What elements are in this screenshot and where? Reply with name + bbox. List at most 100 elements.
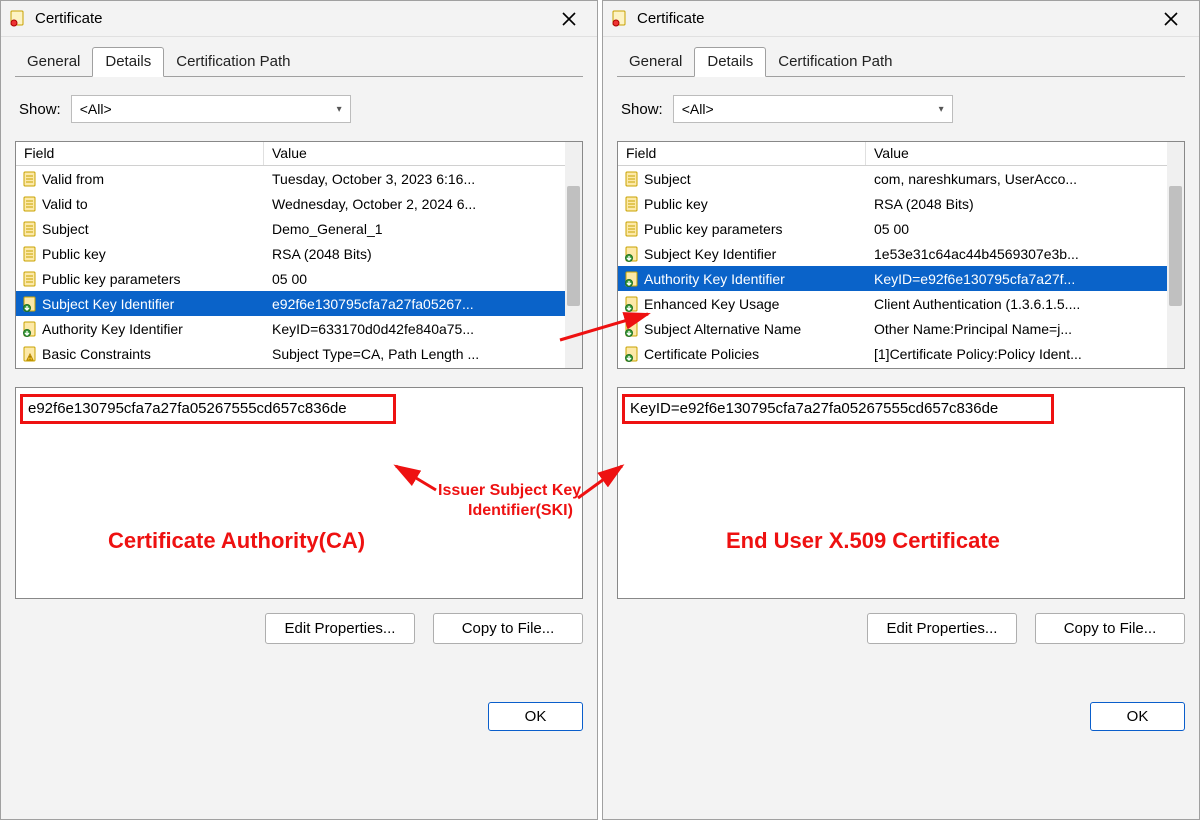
titlebar: Certificate [603, 1, 1199, 37]
copy-to-file-button[interactable]: Copy to File... [433, 613, 583, 644]
ext-icon [622, 321, 642, 337]
row-value: RSA (2048 Bits) [264, 246, 582, 262]
list-body: Subjectcom, nareshkumars, UserAcco...Pub… [618, 166, 1184, 368]
show-select-value: <All> [80, 101, 112, 117]
copy-to-file-button[interactable]: Copy to File... [1035, 613, 1185, 644]
button-row: Edit Properties... Copy to File... [617, 613, 1185, 644]
scrollbar[interactable] [565, 142, 582, 368]
titlebar: Certificate [1, 1, 597, 37]
detail-text: e92f6e130795cfa7a27fa05267555cd657c836de [28, 400, 347, 417]
table-row[interactable]: Public key parameters05 00 [618, 216, 1184, 241]
tab-details[interactable]: Details [92, 47, 164, 77]
table-row[interactable]: Subjectcom, nareshkumars, UserAcco... [618, 166, 1184, 191]
ok-row: OK [617, 702, 1185, 731]
row-field: Public key [642, 196, 866, 212]
tab-general[interactable]: General [617, 48, 694, 76]
ext-icon [622, 246, 642, 262]
row-field: Subject [40, 221, 264, 237]
certificate-dialog-right: Certificate General Details Certificatio… [602, 0, 1200, 820]
row-field: Authority Key Identifier [642, 271, 866, 287]
scrollbar[interactable] [1167, 142, 1184, 368]
row-value: 05 00 [866, 221, 1184, 237]
chevron-down-icon: ▾ [939, 104, 944, 115]
table-row[interactable]: Valid fromTuesday, October 3, 2023 6:16.… [16, 166, 582, 191]
ok-button[interactable]: OK [1090, 702, 1185, 731]
close-icon [1164, 12, 1178, 26]
show-select[interactable]: <All> ▾ [673, 95, 953, 123]
field-list-panel: Field Value Valid fromTuesday, October 3… [15, 141, 583, 369]
ext-icon [20, 321, 40, 337]
doc-icon [622, 221, 642, 237]
row-value: KeyID=633170d0d42fe840a75... [264, 321, 582, 337]
table-row[interactable]: Public keyRSA (2048 Bits) [618, 191, 1184, 216]
row-field: Subject [642, 171, 866, 187]
scrollbar-thumb[interactable] [567, 186, 580, 306]
show-filter-row: Show: <All> ▾ [621, 95, 1181, 123]
row-field: Valid from [40, 171, 264, 187]
doc-icon [20, 221, 40, 237]
table-row[interactable]: Public keyRSA (2048 Bits) [16, 241, 582, 266]
row-value: Demo_General_1 [264, 221, 582, 237]
edit-properties-button[interactable]: Edit Properties... [265, 613, 415, 644]
tab-certification-path[interactable]: Certification Path [766, 48, 904, 76]
dialog-body: General Details Certification Path Show:… [603, 37, 1199, 819]
row-field: Subject Key Identifier [40, 296, 264, 312]
row-field: Authority Key Identifier [40, 321, 264, 337]
doc-icon [20, 196, 40, 212]
table-row[interactable]: Subject Key Identifiere92f6e130795cfa7a2… [16, 291, 582, 316]
row-value: Client Authentication (1.3.6.1.5.... [866, 296, 1184, 312]
edit-properties-button[interactable]: Edit Properties... [867, 613, 1017, 644]
column-header-field[interactable]: Field [16, 142, 264, 165]
detail-text-panel: e92f6e130795cfa7a27fa05267555cd657c836de [15, 387, 583, 599]
show-label: Show: [19, 101, 61, 118]
ok-button[interactable]: OK [488, 702, 583, 731]
column-header-value[interactable]: Value [264, 142, 582, 165]
button-row: Edit Properties... Copy to File... [15, 613, 583, 644]
column-header-value[interactable]: Value [866, 142, 1184, 165]
row-field: Enhanced Key Usage [642, 296, 866, 312]
scrollbar-thumb[interactable] [1169, 186, 1182, 306]
table-row[interactable]: Valid toWednesday, October 2, 2024 6... [16, 191, 582, 216]
tab-certification-path[interactable]: Certification Path [164, 48, 302, 76]
show-label: Show: [621, 101, 663, 118]
show-select[interactable]: <All> ▾ [71, 95, 351, 123]
row-value: Wednesday, October 2, 2024 6... [264, 196, 582, 212]
ext-icon [20, 296, 40, 312]
table-row[interactable]: Subject Alternative NameOther Name:Princ… [618, 316, 1184, 341]
close-button[interactable] [1151, 5, 1191, 33]
show-filter-row: Show: <All> ▾ [19, 95, 579, 123]
window-title: Certificate [35, 10, 549, 27]
row-field: Subject Key Identifier [642, 246, 866, 262]
row-value: [1]Certificate Policy:Policy Ident... [866, 346, 1184, 362]
tab-general[interactable]: General [15, 48, 92, 76]
row-field: Valid to [40, 196, 264, 212]
ext-icon [622, 296, 642, 312]
table-row[interactable]: Certificate Policies[1]Certificate Polic… [618, 341, 1184, 366]
certificate-dialog-left: Certificate General Details Certificatio… [0, 0, 598, 820]
table-row[interactable]: Enhanced Key UsageClient Authentication … [618, 291, 1184, 316]
row-value: com, nareshkumars, UserAcco... [866, 171, 1184, 187]
close-button[interactable] [549, 5, 589, 33]
tab-details[interactable]: Details [694, 47, 766, 77]
window-title: Certificate [637, 10, 1151, 27]
list-header: Field Value [16, 142, 582, 166]
table-row[interactable]: Public key parameters05 00 [16, 266, 582, 291]
row-value: 05 00 [264, 271, 582, 287]
column-header-field[interactable]: Field [618, 142, 866, 165]
field-list-panel: Field Value Subjectcom, nareshkumars, Us… [617, 141, 1185, 369]
table-row[interactable]: Authority Key IdentifierKeyID=e92f6e1307… [618, 266, 1184, 291]
row-field: Public key [40, 246, 264, 262]
row-field: Public key parameters [40, 271, 264, 287]
table-row[interactable]: Subject Key Identifier1e53e31c64ac44b456… [618, 241, 1184, 266]
row-value: 1e53e31c64ac44b4569307e3b... [866, 246, 1184, 262]
table-row[interactable]: Basic ConstraintsSubject Type=CA, Path L… [16, 341, 582, 366]
table-row[interactable]: Authority Key IdentifierKeyID=633170d0d4… [16, 316, 582, 341]
dialog-body: General Details Certification Path Show:… [1, 37, 597, 819]
doc-icon [622, 196, 642, 212]
list-header: Field Value [618, 142, 1184, 166]
doc-icon [20, 271, 40, 287]
tabstrip: General Details Certification Path [15, 47, 583, 77]
detail-text-panel: KeyID=e92f6e130795cfa7a27fa05267555cd657… [617, 387, 1185, 599]
table-row[interactable]: SubjectDemo_General_1 [16, 216, 582, 241]
row-value: Other Name:Principal Name=j... [866, 321, 1184, 337]
